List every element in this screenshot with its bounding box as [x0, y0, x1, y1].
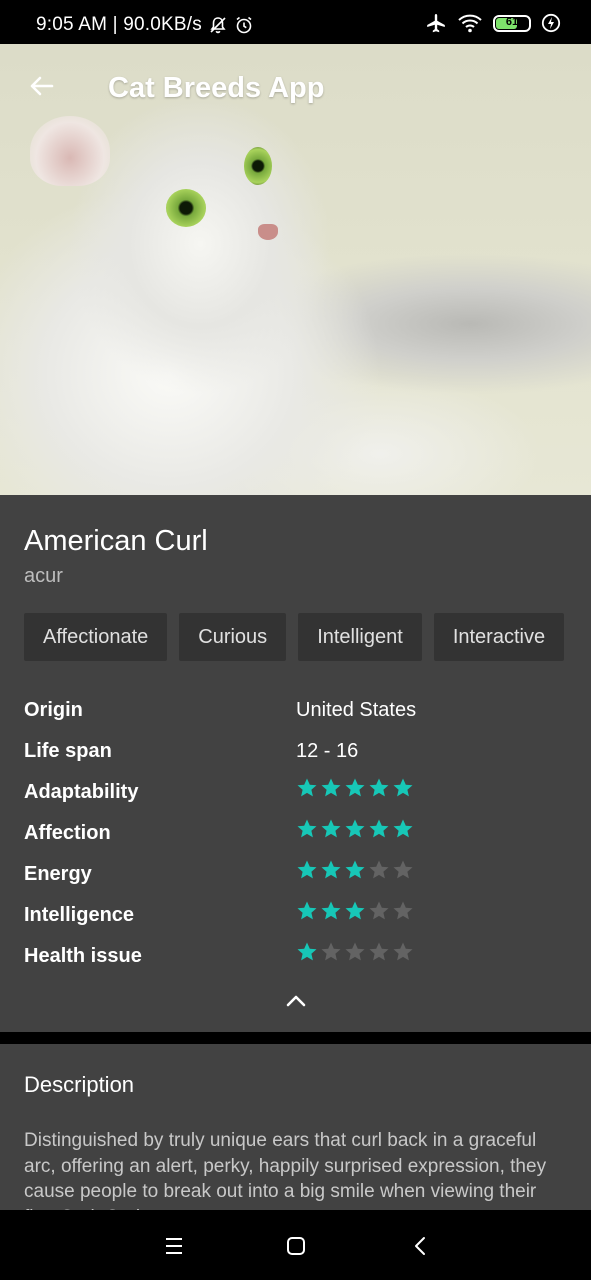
star-filled-icon	[321, 778, 341, 797]
star-filled-icon	[297, 819, 317, 838]
status-bar: 9:05 AM | 90.0KB/s 61	[0, 0, 591, 44]
temperament-chip[interactable]: Intelligent	[298, 613, 422, 661]
status-left: 9:05 AM | 90.0KB/s	[36, 14, 254, 36]
arrow-left-icon	[30, 76, 54, 96]
rating-row-intelligence: Intelligence	[24, 901, 567, 945]
temperament-chip[interactable]: Curious	[179, 613, 287, 661]
detail-label: Life span	[24, 740, 112, 762]
breed-details: Origin United States Life span 12 - 16 A…	[24, 699, 567, 986]
star-filled-icon	[321, 860, 341, 879]
nav-back-button[interactable]	[405, 1232, 435, 1260]
temperament-chip[interactable]: Interactive	[433, 613, 565, 661]
status-time-speed: 9:05 AM | 90.0KB/s	[36, 14, 202, 35]
temperament-chips[interactable]: Affectionate Curious Intelligent Interac…	[24, 613, 567, 661]
description-text: Distinguished by truly unique ears that …	[24, 1130, 547, 1210]
rating-row-energy: Energy	[24, 860, 567, 904]
star-empty-icon	[369, 942, 389, 961]
rating-label: Intelligence	[24, 904, 135, 926]
star-filled-icon	[297, 860, 317, 879]
detail-label: Origin	[24, 699, 83, 721]
mute-bell-icon	[210, 17, 226, 34]
nav-menu-button[interactable]	[159, 1232, 189, 1260]
star-filled-icon	[345, 860, 365, 879]
battery-indicator: 61	[493, 14, 531, 32]
star-filled-icon	[297, 778, 317, 797]
star-filled-icon	[345, 778, 365, 797]
cat-eye-left	[166, 189, 206, 227]
rating-label: Adaptability	[24, 781, 139, 803]
star-empty-icon	[369, 860, 389, 879]
cat-eye-right	[244, 147, 272, 185]
star-filled-icon	[321, 901, 341, 920]
detail-row-origin: Origin United States	[24, 699, 567, 740]
home-square-icon	[287, 1237, 305, 1255]
star-filled-icon	[393, 778, 413, 797]
menu-icon	[166, 1238, 182, 1254]
rating-label: Energy	[24, 863, 92, 885]
chevron-left-icon	[415, 1237, 425, 1255]
rating-row-health-issue: Health issue	[24, 942, 567, 986]
detail-value: 12 - 16	[296, 740, 359, 762]
charging-icon	[541, 13, 561, 33]
star-empty-icon	[393, 860, 413, 879]
star-empty-icon	[345, 942, 365, 961]
star-filled-icon	[297, 942, 317, 961]
rating-row-affection: Affection	[24, 819, 567, 863]
star-filled-icon	[393, 819, 413, 838]
status-right: 61	[425, 12, 561, 34]
alarm-icon	[236, 16, 252, 34]
star-rating	[296, 859, 414, 881]
back-button[interactable]	[22, 66, 62, 106]
star-empty-icon	[393, 901, 413, 920]
star-filled-icon	[369, 778, 389, 797]
rating-label: Health issue	[24, 945, 142, 967]
star-filled-icon	[297, 901, 317, 920]
app-bar: Cat Breeds App	[0, 44, 591, 132]
collapse-button[interactable]	[283, 991, 309, 1011]
wifi-icon	[458, 14, 482, 33]
rating-label: Affection	[24, 822, 111, 844]
star-filled-icon	[369, 819, 389, 838]
breed-id: acur	[24, 565, 63, 587]
detail-value: United States	[296, 699, 417, 721]
system-nav-bar	[0, 1210, 591, 1280]
star-empty-icon	[393, 942, 413, 961]
rating-row-adaptability: Adaptability	[24, 778, 567, 822]
star-filled-icon	[345, 901, 365, 920]
star-rating	[296, 777, 414, 799]
star-empty-icon	[321, 942, 341, 961]
breed-name: American Curl	[24, 525, 208, 557]
airplane-icon	[427, 14, 445, 33]
battery-level: 61	[505, 15, 519, 28]
nav-home-button[interactable]	[281, 1232, 311, 1260]
breed-info-card: American Curl acur Affectionate Curious …	[0, 495, 591, 1032]
description-card: Description Distinguished by truly uniqu…	[0, 1044, 591, 1210]
star-rating	[296, 900, 414, 922]
detail-row-life-span: Life span 12 - 16	[24, 740, 567, 781]
star-rating	[296, 818, 414, 840]
app-title: Cat Breeds App	[108, 72, 325, 104]
star-rating	[296, 941, 414, 963]
temperament-chip[interactable]: Affectionate	[24, 613, 168, 661]
cat-nose	[258, 224, 278, 240]
star-filled-icon	[345, 819, 365, 838]
chevron-up-icon	[286, 995, 306, 1007]
star-filled-icon	[321, 819, 341, 838]
star-empty-icon	[369, 901, 389, 920]
description-title: Description	[24, 1072, 135, 1097]
